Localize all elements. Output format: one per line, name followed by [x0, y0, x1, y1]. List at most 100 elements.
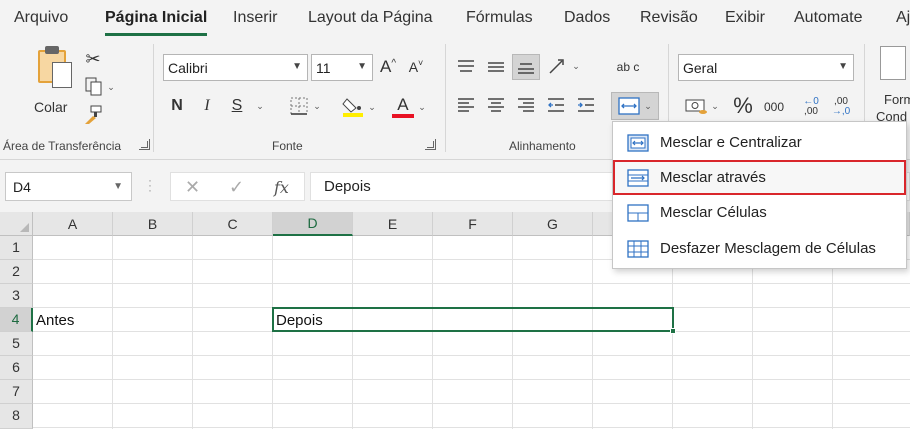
tab-ajuda[interactable]: Aj: [896, 9, 910, 27]
enter-icon[interactable]: ✓: [229, 177, 244, 198]
merge-center-button[interactable]: ⌄: [611, 92, 659, 120]
tab-formulas[interactable]: Fórmulas: [466, 9, 533, 27]
underline-dropdown[interactable]: ⌄: [250, 96, 266, 116]
column-header-c[interactable]: C: [193, 212, 273, 236]
copy-icon: [85, 77, 102, 96]
align-middle-icon[interactable]: [484, 56, 508, 78]
formula-bar-grip-icon[interactable]: · · ·: [148, 174, 152, 196]
tab-automate[interactable]: Automate: [794, 9, 862, 27]
chevron-down-icon: ⌄: [644, 100, 652, 111]
insert-function-icon[interactable]: fx: [274, 178, 289, 197]
menu-item-merge-across[interactable]: Mesclar através: [613, 160, 906, 195]
group-divider: [153, 44, 154, 152]
fill-color-button[interactable]: ⌄: [338, 94, 380, 120]
tab-layout-da-pagina[interactable]: Layout da Página: [308, 9, 433, 27]
tab-inserir[interactable]: Inserir: [233, 9, 277, 27]
row-header-3[interactable]: 3: [0, 284, 33, 308]
column-header-b[interactable]: B: [113, 212, 193, 236]
align-left-icon[interactable]: [454, 94, 478, 116]
menu-item-merge-cells[interactable]: Mesclar Células: [614, 196, 905, 229]
name-box[interactable]: D4 ▼: [5, 172, 132, 201]
orientation-icon: [549, 59, 564, 74]
font-color-button[interactable]: A ⌄: [388, 94, 430, 120]
decrease-indent-icon[interactable]: [544, 94, 568, 116]
tab-exibir[interactable]: Exibir: [725, 9, 765, 27]
row-header-2[interactable]: 2: [0, 260, 33, 284]
row-header-5[interactable]: 5: [0, 332, 33, 356]
increase-font-size-icon[interactable]: A ^: [377, 56, 399, 78]
menu-item-merge-center[interactable]: Mesclar e Centralizar: [614, 126, 905, 159]
italic-button[interactable]: I: [196, 94, 218, 118]
underline-button[interactable]: S: [226, 94, 248, 118]
chevron-down-icon: ▼: [838, 61, 848, 72]
fill-handle[interactable]: [670, 328, 676, 334]
tab-arquivo[interactable]: Arquivo: [14, 9, 68, 27]
row-header-4[interactable]: 4: [0, 308, 33, 332]
increase-decimal-button[interactable]: ←0 ,00: [798, 94, 824, 120]
bold-button[interactable]: N: [166, 94, 188, 118]
group-label-alignment: Alinhamento: [509, 139, 576, 153]
gridline: [432, 236, 433, 429]
tab-dados[interactable]: Dados: [564, 9, 610, 27]
align-top-icon[interactable]: [454, 56, 478, 78]
cut-icon[interactable]: ✂: [82, 48, 104, 70]
column-header-d[interactable]: D: [273, 212, 353, 236]
font-name-select[interactable]: Calibri ▼: [163, 54, 308, 81]
font-launcher-icon[interactable]: [425, 139, 436, 150]
menu-item-label: Mesclar e Centralizar: [660, 134, 802, 151]
menu-item-unmerge-cells[interactable]: Desfazer Mesclagem de Células: [614, 232, 905, 265]
fill-color-icon: [342, 98, 364, 117]
paper-icon: [52, 62, 72, 88]
select-all-button[interactable]: [0, 212, 33, 236]
conditional-format-label-top[interactable]: Form: [884, 92, 910, 107]
row-header-7[interactable]: 7: [0, 380, 33, 404]
wrap-text-button[interactable]: ab c: [614, 50, 642, 84]
font-size-select[interactable]: 11 ▼: [311, 54, 373, 81]
align-right-icon[interactable]: [514, 94, 538, 116]
column-header-f[interactable]: F: [433, 212, 513, 236]
formula-buttons: ✕ ✓ fx: [170, 172, 305, 201]
clipboard-clip-icon: [45, 46, 59, 54]
row-header-8[interactable]: 8: [0, 404, 33, 429]
copy-button[interactable]: ⌄: [80, 76, 120, 98]
column-header-e[interactable]: E: [353, 212, 433, 236]
group-label-clipboard: Área de Transferência: [3, 139, 122, 153]
selected-range-d4-h4[interactable]: [272, 307, 676, 334]
number-format-value: Geral: [683, 60, 718, 76]
format-painter-button[interactable]: [82, 104, 104, 126]
merge-dropdown-menu: Mesclar e Centralizar Mesclar através Me…: [612, 121, 907, 269]
cell-a4[interactable]: Antes: [36, 312, 74, 329]
cancel-icon[interactable]: ✕: [185, 177, 200, 198]
conditional-format-icon: [880, 46, 906, 80]
font-color-glyph: A: [397, 95, 409, 114]
comma-style-button[interactable]: 000: [760, 96, 788, 118]
row-header-1[interactable]: 1: [0, 236, 33, 260]
cell-d4[interactable]: Depois: [276, 312, 323, 329]
borders-icon: [290, 97, 308, 115]
percent-style-button[interactable]: %: [731, 92, 755, 120]
gridline: [352, 236, 353, 429]
clipboard-launcher-icon[interactable]: [139, 139, 150, 150]
orientation-button[interactable]: ⌄: [544, 54, 584, 78]
borders-button[interactable]: ⌄: [280, 94, 330, 118]
align-center-icon[interactable]: [484, 94, 508, 116]
chevron-down-icon: ⌄: [107, 81, 115, 92]
align-bottom-icon[interactable]: [512, 54, 540, 80]
column-header-g[interactable]: G: [513, 212, 593, 236]
merge-center-icon: [618, 97, 640, 115]
accounting-format-button[interactable]: ⌄: [680, 94, 724, 118]
decrease-decimal-button[interactable]: ,00 →,0: [828, 94, 854, 120]
number-format-select[interactable]: Geral ▼: [678, 54, 854, 81]
gridline: [272, 236, 273, 429]
tab-pagina-inicial[interactable]: Página Inicial: [105, 9, 207, 27]
merge-cells-icon: [627, 204, 649, 222]
paste-button[interactable]: Colar: [30, 46, 80, 131]
tab-revisao[interactable]: Revisão: [640, 9, 698, 27]
column-header-a[interactable]: A: [33, 212, 113, 236]
row-header-6[interactable]: 6: [0, 356, 33, 380]
increase-indent-icon[interactable]: [574, 94, 598, 116]
chevron-down-icon: ▼: [292, 61, 302, 72]
accounting-icon: [685, 99, 708, 114]
decrease-font-size-icon[interactable]: A ˅: [405, 56, 427, 78]
chevron-down-icon: ▼: [113, 181, 123, 192]
